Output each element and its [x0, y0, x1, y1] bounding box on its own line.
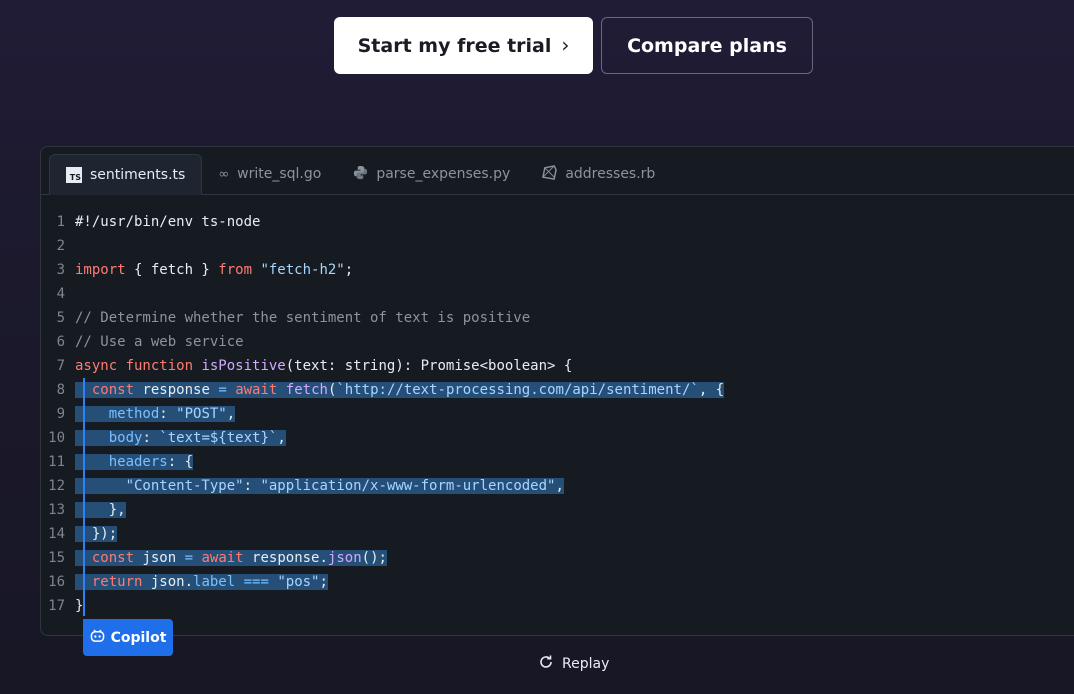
tab-label: addresses.rb	[565, 166, 656, 182]
file-tabs: TS sentiments.ts ∞ write_sql.go parse_ex…	[41, 147, 1074, 195]
replay-button[interactable]: Replay	[538, 654, 609, 674]
python-icon	[353, 165, 368, 184]
line-number: 13	[48, 502, 65, 518]
code-editor: TS sentiments.ts ∞ write_sql.go parse_ex…	[40, 146, 1074, 636]
code-line: 12 "Content-Type": "application/x-www-fo…	[41, 474, 1074, 498]
tab-parse-expenses-py[interactable]: parse_expenses.py	[337, 154, 526, 194]
line-number: 9	[56, 406, 65, 422]
code-line: 10 body: `text=${text}`,	[41, 426, 1074, 450]
compare-plans-button[interactable]: Compare plans	[601, 17, 813, 74]
code-body[interactable]: 1 #!/usr/bin/env ts-node 2 3 import { fetc…	[41, 195, 1074, 618]
code-line: 14 });	[41, 522, 1074, 546]
tab-label: write_sql.go	[237, 166, 322, 182]
line-number: 1	[56, 214, 65, 230]
copilot-badge: Copilot	[83, 619, 173, 656]
replay-label: Replay	[562, 656, 610, 672]
line-number: 7	[56, 358, 65, 374]
line-number: 10	[48, 430, 65, 446]
line-number: 16	[48, 574, 65, 590]
code-line: 6// Use a web service	[41, 330, 1074, 354]
line-number: 5	[56, 310, 65, 326]
go-icon: ∞	[218, 166, 230, 182]
code-line: 3 import { fetch } from "fetch-h2";	[41, 258, 1074, 282]
copilot-suggestion-bar	[83, 378, 85, 616]
code-line: 1 #!/usr/bin/env ts-node	[41, 210, 1074, 234]
start-free-trial-button[interactable]: Start my free trial ›	[334, 17, 593, 74]
line-number: 6	[56, 334, 65, 350]
tab-label: parse_expenses.py	[376, 166, 511, 182]
line-number: 14	[48, 526, 65, 542]
code-line: 5// Determine whether the sentiment of t…	[41, 306, 1074, 330]
code-line: 9 method: "POST",	[41, 402, 1074, 426]
line-number: 2	[56, 238, 65, 254]
code-line: 15 const json = await response.json();	[41, 546, 1074, 570]
line-number: 12	[48, 478, 65, 494]
line-number: 15	[48, 550, 65, 566]
tab-sentiments-ts[interactable]: TS sentiments.ts	[49, 154, 203, 195]
cta-row: Start my free trial › Compare plans	[334, 17, 813, 74]
tab-label: sentiments.ts	[90, 167, 186, 183]
line-number: 17	[48, 598, 65, 614]
code-line: 7 async function isPositive(text: string)…	[41, 354, 1074, 378]
ruby-icon	[542, 164, 558, 184]
code-line: 13 },	[41, 498, 1074, 522]
start-free-trial-label: Start my free trial	[357, 34, 552, 57]
tab-addresses-rb[interactable]: addresses.rb	[526, 154, 671, 194]
code-line: 17}	[41, 594, 1074, 618]
code-line: 4	[41, 282, 1074, 306]
line-number: 3	[56, 262, 65, 278]
typescript-icon: TS	[66, 167, 82, 183]
line-number: 11	[48, 454, 65, 470]
code-line: 11 headers: {	[41, 450, 1074, 474]
copilot-icon	[90, 629, 105, 647]
code-line: 8 const response = await fetch(`http://t…	[41, 378, 1074, 402]
line-number: 4	[56, 286, 65, 302]
code-line: 2	[41, 234, 1074, 258]
code-line: 16 return json.label === "pos";	[41, 570, 1074, 594]
copilot-label: Copilot	[110, 629, 167, 646]
chevron-right-icon: ›	[561, 32, 570, 57]
replay-icon	[538, 654, 554, 674]
tab-write-sql-go[interactable]: ∞ write_sql.go	[202, 154, 337, 194]
line-number: 8	[56, 382, 65, 398]
